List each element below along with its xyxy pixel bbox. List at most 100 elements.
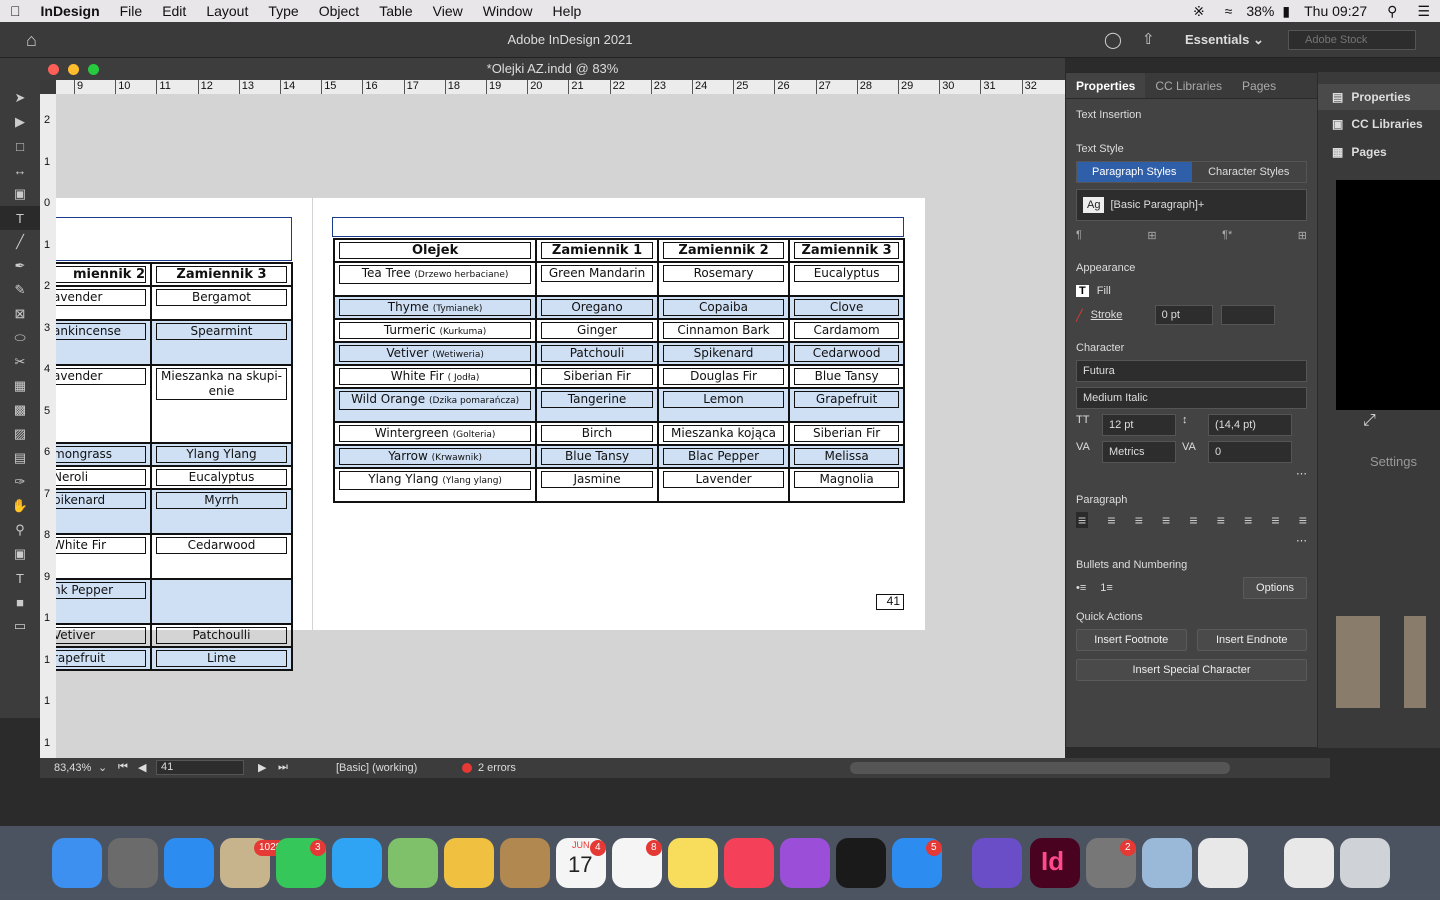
preflight-profile[interactable]: [Basic] (working) bbox=[336, 762, 417, 774]
table-row[interactable]: ankincense Spearmint bbox=[56, 319, 293, 366]
maps-icon[interactable] bbox=[388, 838, 438, 888]
align-left-icon[interactable]: ≡ bbox=[1076, 512, 1089, 528]
justify-center-icon[interactable]: ≡ bbox=[1189, 512, 1197, 528]
selection-tool-icon[interactable]: ➤ bbox=[0, 86, 40, 110]
page-tool-icon[interactable]: □ bbox=[0, 134, 40, 158]
share-icon[interactable]: ⇧ bbox=[1142, 30, 1155, 48]
formatting-affects-icon[interactable]: T bbox=[0, 566, 40, 590]
scissors-tool-icon[interactable]: ✂ bbox=[0, 350, 40, 374]
table-row[interactable]: Yarrow (Krwawnik) Blue Tansy Blac Pepper Me… bbox=[332, 444, 905, 469]
table-row[interactable]: Tea Tree (Drzewo herbaciane) Green Mandar… bbox=[332, 261, 905, 297]
menu-view[interactable]: View bbox=[423, 3, 473, 19]
zoom-window-button[interactable] bbox=[88, 64, 99, 75]
leading-field[interactable]: (14,4 pt) bbox=[1208, 414, 1292, 436]
horizontal-ruler[interactable]: 9 10 11 12 13 14 15 16 17 18 19 20 21 22 23 24 25 26 27 28 2… bbox=[56, 80, 1065, 94]
notes-icon[interactable] bbox=[668, 838, 718, 888]
align-center-icon[interactable]: ≡ bbox=[1107, 512, 1115, 528]
rectangle-frame-tool-icon[interactable]: ⊠ bbox=[0, 302, 40, 326]
menu-layout[interactable]: Layout bbox=[196, 3, 258, 19]
finder-icon[interactable] bbox=[52, 838, 102, 888]
bulleted-list-icon[interactable]: •≡ bbox=[1076, 582, 1086, 594]
tab-pages[interactable]: Pages bbox=[1232, 73, 1286, 98]
pilcrow-icon[interactable]: ¶ bbox=[1076, 229, 1082, 242]
table-row[interactable]: Wild Orange (Dzika pomarańcza) Tangerine L… bbox=[332, 387, 905, 423]
page-number-frame[interactable]: 41 bbox=[876, 594, 904, 610]
control-center-icon[interactable]: ☰ bbox=[1407, 3, 1440, 20]
ellipse-tool-icon[interactable]: ⬭ bbox=[0, 326, 40, 350]
insert-endnote-button[interactable]: Insert Endnote bbox=[1196, 629, 1307, 651]
note-tool-icon[interactable]: ▤ bbox=[0, 446, 40, 470]
screen-mode-icon[interactable]: ▭ bbox=[0, 614, 40, 638]
paragraph-style-select[interactable]: Ag [Basic Paragraph]+ bbox=[1076, 189, 1307, 221]
font-style-select[interactable]: Medium Italic bbox=[1076, 387, 1307, 409]
stroke-weight-field[interactable]: 0 pt bbox=[1154, 305, 1213, 325]
paragraph-more-icon[interactable]: ⋯ bbox=[1076, 534, 1307, 547]
justify-left-icon[interactable]: ≡ bbox=[1162, 512, 1170, 528]
chrome-icon[interactable] bbox=[1198, 838, 1248, 888]
main-table[interactable]: Olejek Zamiennik 1 Zamiennik 2 Zamiennik… bbox=[332, 238, 905, 503]
spotlight-icon[interactable]: ⚲ bbox=[1377, 3, 1407, 20]
zoom-tool-icon[interactable]: ⚲ bbox=[0, 518, 40, 542]
left-table[interactable]: miennik 2 Zamiennik 3 avender Bergamot ank… bbox=[56, 262, 293, 671]
gradient-feather-icon[interactable]: ▨ bbox=[0, 422, 40, 446]
justify-all-icon[interactable]: ≡ bbox=[1244, 512, 1252, 528]
messages-icon[interactable] bbox=[332, 838, 382, 888]
table-row[interactable]: Turmeric (Kurkuma) Ginger Cinnamon Bark Car… bbox=[332, 318, 905, 343]
stroke-swatch-icon[interactable]: ╱ bbox=[1076, 309, 1083, 322]
stock-search-input[interactable] bbox=[1288, 30, 1416, 50]
stroke-type-select[interactable] bbox=[1220, 305, 1275, 325]
minimize-window-button[interactable] bbox=[68, 64, 79, 75]
zoom-dropdown-icon[interactable]: ⌄ bbox=[98, 761, 107, 774]
tab-properties[interactable]: Properties bbox=[1066, 73, 1146, 98]
preview-icon[interactable] bbox=[1142, 838, 1192, 888]
downloads-stack-icon[interactable] bbox=[1284, 838, 1334, 888]
next-page-icon[interactable]: ▶ bbox=[258, 761, 266, 774]
menu-object[interactable]: Object bbox=[309, 3, 369, 19]
character-styles-tab[interactable]: Character Styles bbox=[1192, 162, 1307, 182]
table-row[interactable]: Wintergreen (Golteria) Birch Mieszanka koj… bbox=[332, 421, 905, 446]
tv-icon[interactable] bbox=[836, 838, 886, 888]
menu-file[interactable]: File bbox=[110, 3, 153, 19]
hand-tool-icon[interactable]: ✋ bbox=[0, 494, 40, 518]
table-row[interactable]: avender Mieszanka na skupi-enie bbox=[56, 364, 293, 444]
paragraph-styles-tab[interactable]: Paragraph Styles bbox=[1077, 162, 1192, 182]
align-spine-icon[interactable]: ≡ bbox=[1271, 512, 1279, 528]
settings-label[interactable]: Settings bbox=[1370, 454, 1417, 469]
imovie-icon[interactable] bbox=[972, 838, 1022, 888]
left-header-text-frame[interactable] bbox=[56, 217, 292, 261]
menu-table[interactable]: Table bbox=[369, 3, 422, 19]
tab-cc-libraries[interactable]: CC Libraries bbox=[1145, 73, 1232, 98]
fill-swatch-icon[interactable]: T bbox=[1076, 285, 1089, 297]
eyedropper-tool-icon[interactable]: ✑ bbox=[0, 470, 40, 494]
menu-window[interactable]: Window bbox=[473, 3, 543, 19]
apple-icon[interactable]:  bbox=[0, 3, 31, 19]
free-transform-tool-icon[interactable]: ▦ bbox=[0, 374, 40, 398]
table-row[interactable]: pikenard Myrrh bbox=[56, 488, 293, 535]
clear-overrides-icon[interactable]: ¶* bbox=[1222, 229, 1232, 242]
table-row[interactable]: Vetiver Patchoulli bbox=[56, 623, 293, 648]
new-style-icon[interactable]: ⊞ bbox=[1298, 229, 1307, 242]
podcasts-icon[interactable] bbox=[780, 838, 830, 888]
table-row[interactable]: Ylang Ylang (Ylang ylang) Jasmine Lavender… bbox=[332, 467, 905, 503]
table-row[interactable]: Thyme (Tymianek) Oregano Copaiba Clove bbox=[332, 295, 905, 320]
gradient-tool-icon[interactable]: ▩ bbox=[0, 398, 40, 422]
menubar-clock[interactable]: Thu 09:27 bbox=[1294, 3, 1377, 19]
contacts-icon[interactable] bbox=[500, 838, 550, 888]
battery-percent[interactable]: 38% bbox=[1242, 3, 1278, 19]
align-right-icon[interactable]: ≡ bbox=[1135, 512, 1143, 528]
menu-type[interactable]: Type bbox=[258, 3, 308, 19]
menu-help[interactable]: Help bbox=[543, 3, 592, 19]
safari-icon[interactable] bbox=[164, 838, 214, 888]
tracking-field[interactable]: 0 bbox=[1208, 441, 1292, 463]
table-row[interactable]: White Fir ( Jodła) Siberian Fir Douglas Fi… bbox=[332, 364, 905, 389]
battery-icon[interactable]: ▮ bbox=[1278, 3, 1294, 20]
pasteboard[interactable]: miennik 2 Zamiennik 3 avender Bergamot ank… bbox=[56, 94, 1065, 758]
zoom-level[interactable]: 83,43% bbox=[54, 762, 91, 774]
expand-icon[interactable]: ⤢ bbox=[1363, 412, 1376, 430]
menu-edit[interactable]: Edit bbox=[152, 3, 196, 19]
options-button[interactable]: Options bbox=[1243, 577, 1307, 599]
type-tool-icon[interactable]: T bbox=[0, 206, 40, 230]
table-row[interactable]: Vetiver (Wetiweria) Patchouli Spikenard Ced… bbox=[332, 341, 905, 366]
justify-right-icon[interactable]: ≡ bbox=[1217, 512, 1225, 528]
launchpad-icon[interactable] bbox=[108, 838, 158, 888]
